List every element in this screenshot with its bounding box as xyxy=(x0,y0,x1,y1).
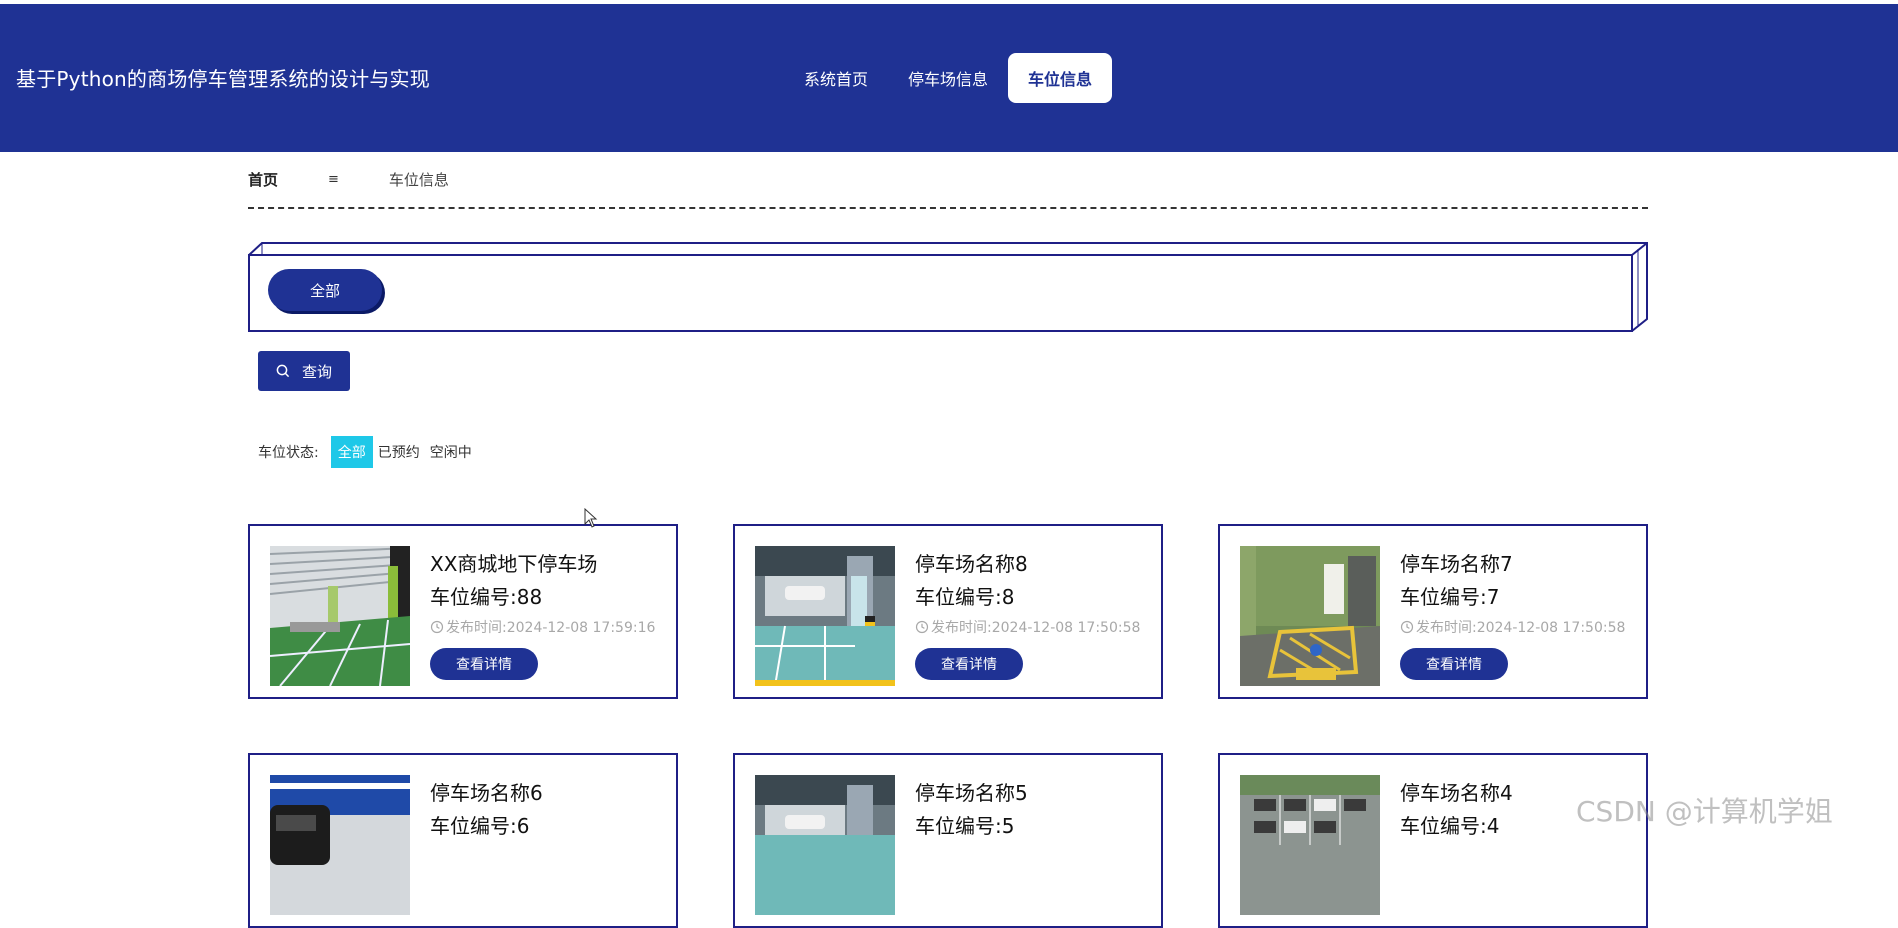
parking-photo xyxy=(755,546,895,686)
dashed-divider xyxy=(248,207,1648,209)
clock-icon xyxy=(915,620,929,634)
breadcrumb-current: 车位信息 xyxy=(388,171,449,189)
clock-icon xyxy=(430,620,444,634)
status-filter: 车位状态: 全部 已预约 空闲中 xyxy=(258,436,477,468)
status-option-reserved[interactable]: 已预约 xyxy=(373,436,425,468)
query-button[interactable]: 查询 xyxy=(258,351,350,391)
card-space-number: 车位编号:7 xyxy=(1400,585,1500,609)
status-option-all[interactable]: 全部 xyxy=(330,436,373,468)
status-label: 车位状态: xyxy=(258,445,319,461)
main-nav: 系统首页 停车场信息 车位信息 xyxy=(784,53,1113,103)
top-strip xyxy=(0,0,1898,4)
view-details-button[interactable]: 查看详情 xyxy=(430,648,538,680)
card-name: 停车场名称7 xyxy=(1400,552,1513,576)
category-all-button[interactable]: 全部 xyxy=(268,269,382,311)
clock-icon xyxy=(1400,620,1414,634)
parking-space-card[interactable]: 停车场名称7 车位编号:7 发布时间:2024-12-08 17:50:58 查… xyxy=(1218,524,1648,699)
card-name: 停车场名称5 xyxy=(915,781,1028,805)
mouse-cursor-icon xyxy=(584,508,598,528)
card-name: 停车场名称4 xyxy=(1400,781,1513,805)
category-filter-box: 全部 xyxy=(248,242,1648,332)
nav-parking-lot-info[interactable]: 停车场信息 xyxy=(888,53,1008,103)
parking-space-card[interactable]: 停车场名称5 车位编号:5 xyxy=(733,753,1163,928)
status-option-free[interactable]: 空闲中 xyxy=(425,436,477,468)
breadcrumb-separator-icon: ≡ xyxy=(328,172,339,187)
query-label: 查询 xyxy=(301,362,332,381)
card-name: 停车场名称8 xyxy=(915,552,1028,576)
nav-parking-space-info[interactable]: 车位信息 xyxy=(1008,53,1113,103)
view-details-button[interactable]: 查看详情 xyxy=(915,648,1023,680)
nav-home[interactable]: 系统首页 xyxy=(784,53,888,103)
parking-photo xyxy=(270,775,410,915)
card-publish-time: 发布时间:2024-12-08 17:59:16 xyxy=(430,617,655,637)
card-space-number: 车位编号:6 xyxy=(430,814,530,838)
parking-space-card[interactable]: 停车场名称4 车位编号:4 xyxy=(1218,753,1648,928)
card-space-number: 车位编号:88 xyxy=(430,585,543,609)
parking-space-card[interactable]: 停车场名称6 车位编号:6 xyxy=(248,753,678,928)
parking-space-card[interactable]: 停车场名称8 车位编号:8 发布时间:2024-12-08 17:50:58 查… xyxy=(733,524,1163,699)
watermark: CSDN @计算机学姐 xyxy=(1576,795,1833,828)
parking-photo xyxy=(270,546,410,686)
parking-photo xyxy=(1240,775,1380,915)
card-publish-time: 发布时间:2024-12-08 17:50:58 xyxy=(915,617,1140,637)
breadcrumb-home[interactable]: 首页 xyxy=(248,169,278,190)
card-publish-time-text: 发布时间:2024-12-08 17:50:58 xyxy=(1416,620,1626,636)
parking-photo xyxy=(755,775,895,915)
parking-photo xyxy=(1240,546,1380,686)
breadcrumb: 首页 ≡ 车位信息 xyxy=(248,169,449,190)
search-icon xyxy=(276,364,290,378)
card-space-number: 车位编号:5 xyxy=(915,814,1015,838)
card-name: 停车场名称6 xyxy=(430,781,543,805)
view-details-button[interactable]: 查看详情 xyxy=(1400,648,1508,680)
site-title: 基于Python的商场停车管理系统的设计与实现 xyxy=(16,67,430,91)
top-navbar: 基于Python的商场停车管理系统的设计与实现 系统首页 停车场信息 车位信息 xyxy=(0,0,1898,152)
card-publish-time: 发布时间:2024-12-08 17:50:58 xyxy=(1400,617,1625,637)
parking-space-card[interactable]: XX商城地下停车场 车位编号:88 发布时间:2024-12-08 17:59:… xyxy=(248,524,678,699)
card-publish-time-text: 发布时间:2024-12-08 17:50:58 xyxy=(931,620,1141,636)
card-publish-time-text: 发布时间:2024-12-08 17:59:16 xyxy=(446,620,656,636)
card-name: XX商城地下停车场 xyxy=(430,552,598,576)
card-space-number: 车位编号:8 xyxy=(915,585,1015,609)
box-frame xyxy=(248,242,1648,332)
card-space-number: 车位编号:4 xyxy=(1400,814,1500,838)
